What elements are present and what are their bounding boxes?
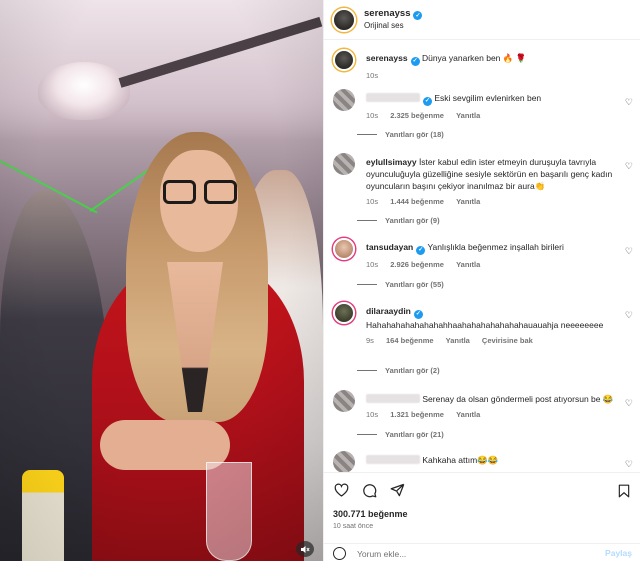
post-time: 10 saat önce <box>333 523 374 530</box>
comment-text: Hahahahahahahahahhaahahahahahahahauauahj… <box>366 319 604 330</box>
verified-badge-icon: ✓ <box>413 11 423 21</box>
emoji-icon[interactable] <box>333 547 346 560</box>
avatar[interactable] <box>333 451 355 472</box>
view-replies-button[interactable]: Yanıtları gör (55) <box>357 280 444 289</box>
reply-button[interactable]: Yanıtla <box>446 336 470 345</box>
instagram-post-view: serenayss ✓ Orijinal ses serenayss ✓ Dünya… <box>0 0 640 561</box>
comments-list[interactable]: serenayss ✓ Dünya yanarken ben 🔥 🌹 10s ✓ … <box>324 41 640 472</box>
heart-icon[interactable]: ♡ <box>625 246 633 257</box>
comment-time: 10s <box>366 197 379 206</box>
caption-text: Dünya yanarken ben 🔥 🌹 <box>421 53 527 63</box>
verified-badge-icon: ✓ <box>413 309 423 319</box>
comment-input[interactable] <box>357 547 577 560</box>
avatar[interactable] <box>332 7 356 32</box>
comment-text: Kahkaha attım😂😂 <box>422 455 499 465</box>
speaker-muted-icon <box>301 545 310 553</box>
verified-badge-icon: ✓ <box>410 56 420 66</box>
comment-likes[interactable]: 1.444 beğenme <box>390 197 444 206</box>
comment-likes[interactable]: 2.325 beğenme <box>390 111 444 120</box>
like-count[interactable]: 300.771 beğenme <box>333 509 408 519</box>
avatar[interactable] <box>333 390 355 412</box>
view-replies-button[interactable]: Yanıtları gör (2) <box>357 366 440 375</box>
heart-icon[interactable]: ♡ <box>625 398 633 409</box>
vignette <box>0 0 323 561</box>
header-username[interactable]: serenayss <box>364 8 410 19</box>
comment-icon[interactable] <box>361 482 377 498</box>
comment-username-blurred[interactable] <box>366 394 420 403</box>
heart-icon[interactable]: ♡ <box>625 161 633 172</box>
caption-time: 10s <box>366 70 379 80</box>
view-replies-button[interactable]: Yanıtları gör (21) <box>357 430 444 439</box>
reply-button[interactable]: Yanıtla <box>456 197 480 206</box>
comment-username[interactable]: eylullsimayy <box>366 157 417 167</box>
avatar[interactable] <box>333 49 355 71</box>
audio-label[interactable]: Orijinal ses <box>364 20 422 32</box>
post-video[interactable] <box>0 0 323 561</box>
comment-time: 10s <box>366 110 379 120</box>
avatar[interactable] <box>333 153 355 175</box>
bookmark-icon[interactable] <box>616 483 632 499</box>
view-replies-button[interactable]: Yanıtları gör (18) <box>357 130 444 139</box>
heart-icon[interactable] <box>333 482 349 498</box>
heart-icon[interactable]: ♡ <box>625 310 633 321</box>
comment-time: 10s <box>366 259 379 269</box>
caption-username[interactable]: serenayss <box>366 53 408 63</box>
view-replies-button[interactable]: Yanıtları gör (9) <box>357 216 440 225</box>
comment-time: 9s <box>366 335 374 345</box>
comment-text: Yanlışlıkla beğenmez inşallah birileri <box>427 242 564 252</box>
avatar[interactable] <box>333 302 355 324</box>
post-header: serenayss ✓ Orijinal ses <box>324 0 640 40</box>
heart-icon[interactable]: ♡ <box>625 459 633 470</box>
verified-badge-icon: ✓ <box>423 96 432 106</box>
avatar[interactable] <box>333 238 355 260</box>
comment-likes[interactable]: 2.926 beğenme <box>390 260 444 269</box>
heart-icon[interactable]: ♡ <box>625 97 633 108</box>
comment-likes[interactable]: 164 beğenme <box>386 336 434 345</box>
post-comment-button[interactable]: Paylaş <box>605 548 632 558</box>
avatar[interactable] <box>333 89 355 111</box>
share-icon[interactable] <box>389 482 405 498</box>
comment-username-blurred[interactable] <box>366 455 420 464</box>
reply-button[interactable]: Yanıtla <box>456 260 480 269</box>
comment-time: 10s <box>366 410 379 419</box>
comment-username-blurred[interactable] <box>366 93 420 102</box>
verified-badge-icon: ✓ <box>416 245 426 255</box>
post-sidebar: serenayss ✓ Orijinal ses serenayss ✓ Dünya… <box>323 0 640 561</box>
comment-likes[interactable]: 1.321 beğenme <box>390 410 444 419</box>
reply-button[interactable]: Yanıtla <box>456 111 480 120</box>
mute-button[interactable] <box>296 541 314 557</box>
reply-button[interactable]: Yanıtla <box>456 410 480 419</box>
comment-username[interactable]: dilaraaydin <box>366 306 411 316</box>
comment-text: Eski sevgilim evlenirken ben <box>434 93 542 103</box>
add-comment-bar: Paylaş <box>324 543 640 561</box>
comment-username[interactable]: tansudayan <box>366 242 413 252</box>
translate-button[interactable]: Çevirisine bak <box>482 336 533 345</box>
comment-text: Serenay da olsan göndermeli post atıyors… <box>422 394 614 404</box>
post-actions: 300.771 beğenme 10 saat önce Paylaş <box>324 472 640 561</box>
